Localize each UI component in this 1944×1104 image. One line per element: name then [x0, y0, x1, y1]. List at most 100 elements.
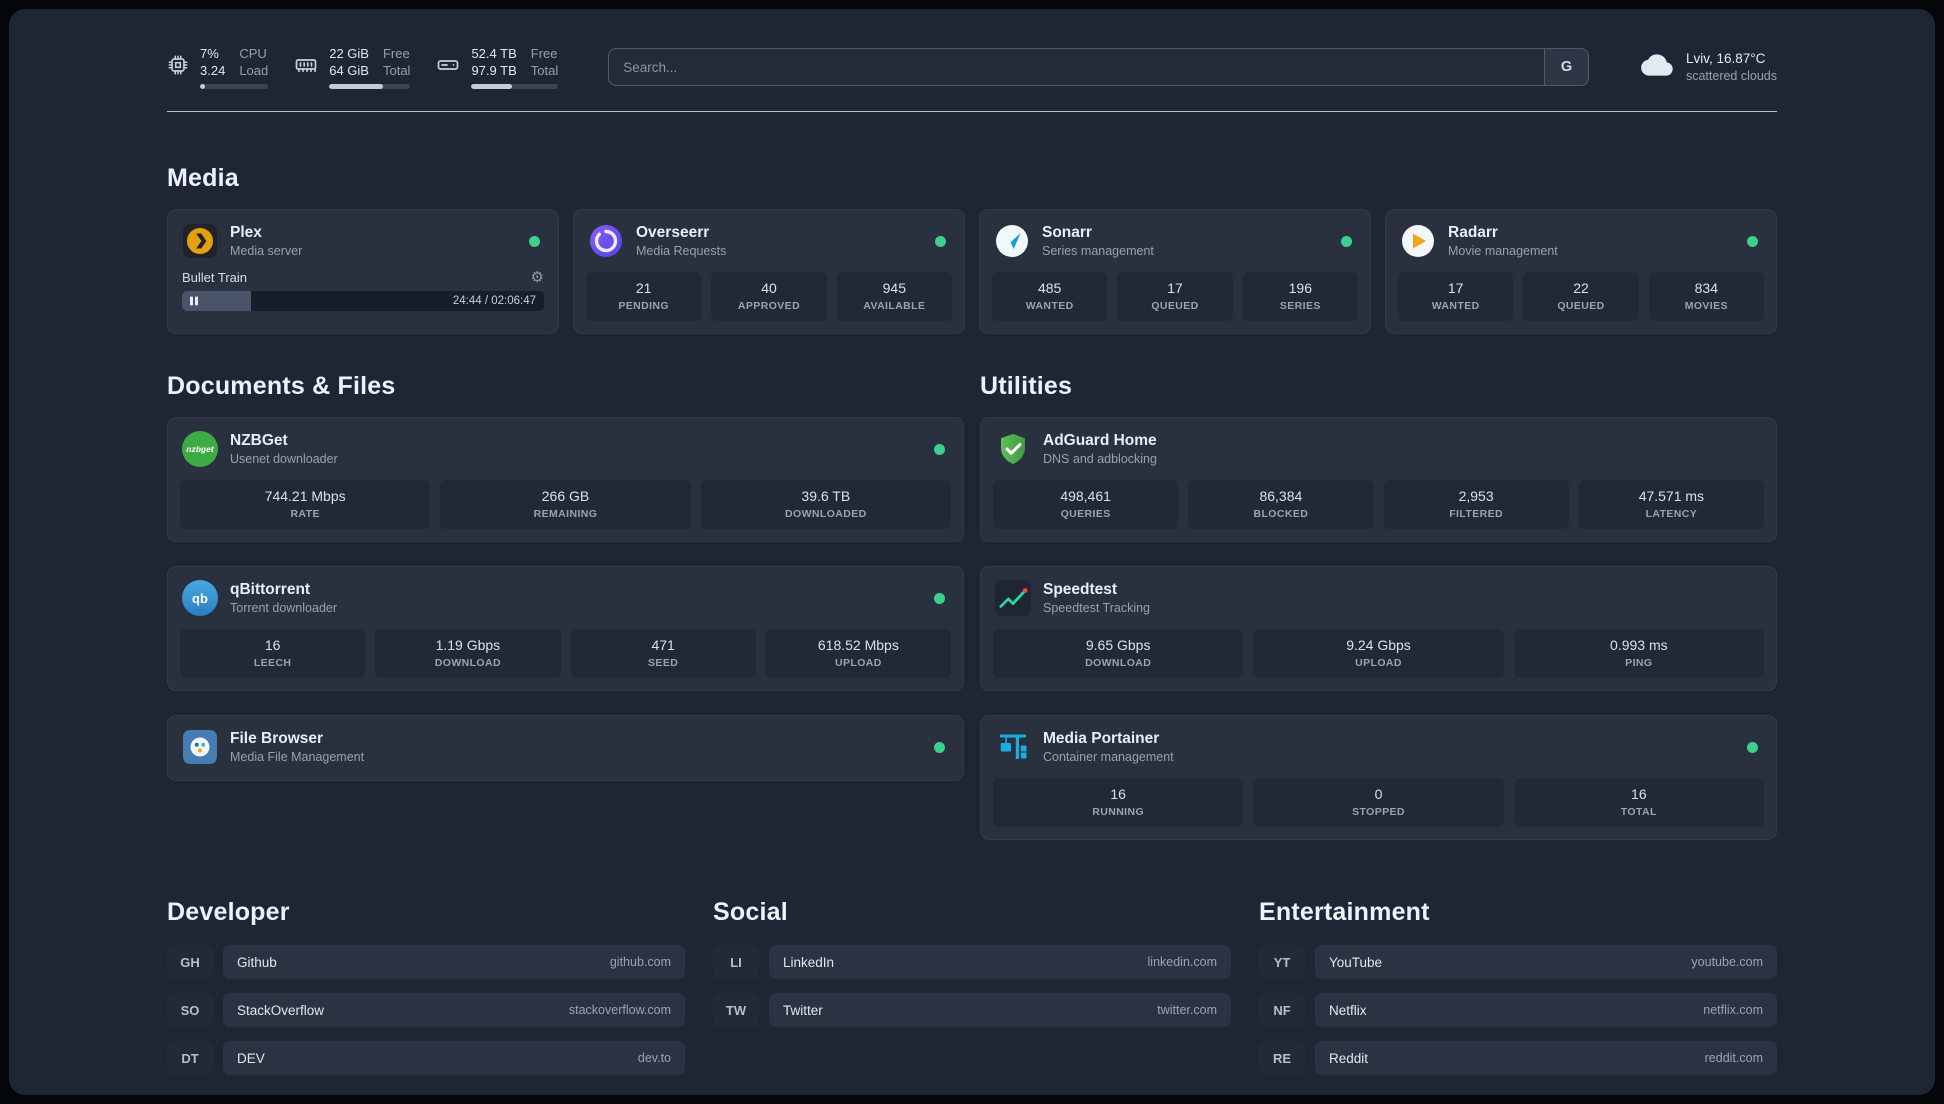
- group-title-developer: Developer: [167, 898, 290, 926]
- search-input[interactable]: [609, 49, 1544, 85]
- search-provider-button[interactable]: G: [1543, 49, 1588, 85]
- stat-tile: 9.65 Gbps DOWNLOAD: [993, 629, 1244, 678]
- topbar: 7% 3.24 CPU Load 22 GiB 64 GiB Free Tota…: [167, 45, 1777, 89]
- service-desc: Media File Management: [230, 750, 365, 764]
- nzbget-icon: nzbget: [182, 431, 218, 467]
- stat-tile: 86,384 BLOCKED: [1188, 480, 1374, 529]
- stat-tile: 17 QUEUED: [1117, 272, 1233, 321]
- bookmark-dev[interactable]: DT DEV dev.to: [167, 1041, 685, 1075]
- service-desc: Speedtest Tracking: [1043, 601, 1151, 615]
- service-desc: DNS and adblocking: [1043, 452, 1157, 466]
- service-card-sonarr[interactable]: Sonarr Series management 485 WANTED 17 Q…: [979, 209, 1371, 334]
- section-title-utilities: Utilities: [980, 372, 1073, 400]
- service-name: AdGuard Home: [1043, 432, 1157, 449]
- service-desc: Usenet downloader: [230, 452, 338, 466]
- service-name: File Browser: [230, 730, 324, 747]
- section-documents: Documents & Files nzbget NZBGet Usenet d…: [167, 372, 964, 840]
- group-title-social: Social: [713, 898, 788, 926]
- service-name: Radarr: [1448, 224, 1498, 241]
- stat-tile: 196 SERIES: [1242, 272, 1358, 321]
- service-desc: Movie management: [1448, 244, 1558, 258]
- stat-tile: 945 AVAILABLE: [836, 272, 952, 321]
- bookmark-stackoverflow[interactable]: SO StackOverflow stackoverflow.com: [167, 993, 685, 1027]
- stat-tile: 39.6 TB DOWNLOADED: [700, 480, 951, 529]
- settings-gear-icon[interactable]: ⚙: [531, 270, 544, 285]
- service-card-speedtest[interactable]: Speedtest Speedtest Tracking 9.65 Gbps D…: [980, 566, 1777, 691]
- cpu-load: 3.24: [200, 63, 226, 78]
- cpu-percent: 7%: [200, 46, 219, 61]
- sonarr-icon: [994, 223, 1030, 259]
- adguard-icon: [995, 431, 1031, 467]
- service-desc: Torrent downloader: [230, 601, 338, 615]
- portainer-icon: [995, 729, 1031, 765]
- service-card-radarr[interactable]: Radarr Movie management 17 WANTED 22 QUE…: [1385, 209, 1777, 334]
- service-card-nzbget[interactable]: nzbget NZBGet Usenet downloader 744.21 M…: [167, 417, 964, 542]
- pause-button[interactable]: [190, 296, 198, 306]
- disk-total: 97.9 TB: [471, 63, 517, 78]
- stat-tile: 498,461 QUERIES: [993, 480, 1179, 529]
- bookmark-linkedin[interactable]: LI LinkedIn linkedin.com: [713, 945, 1231, 979]
- plex-now-playing: Bullet Train ⚙ 24:44 / 02:06:47: [180, 270, 546, 311]
- service-name: Media Portainer: [1043, 730, 1160, 747]
- bookmark-netflix[interactable]: NF Netflix netflix.com: [1259, 993, 1777, 1027]
- stat-tile: 21 PENDING: [586, 272, 702, 321]
- now-playing-title: Bullet Train: [182, 270, 248, 285]
- stat-tile: 40 APPROVED: [711, 272, 827, 321]
- status-dot: [1341, 235, 1352, 247]
- stat-tile: 22 QUEUED: [1523, 272, 1639, 321]
- service-card-filebrowser[interactable]: File Browser Media File Management: [167, 715, 964, 781]
- stat-tile: 2,953 FILTERED: [1383, 480, 1569, 529]
- qbittorrent-icon: qb: [182, 580, 218, 616]
- service-desc: Series management: [1042, 244, 1154, 258]
- weather-widget: Lviv, 16.87°C scattered clouds: [1639, 49, 1777, 86]
- weather-condition: scattered clouds: [1685, 69, 1777, 83]
- service-card-portainer[interactable]: Media Portainer Container management 16 …: [980, 715, 1777, 840]
- service-desc: Media Requests: [636, 244, 727, 258]
- disk-free: 52.4 TB: [471, 46, 517, 61]
- stat-tile: 9.24 Gbps UPLOAD: [1253, 629, 1504, 678]
- disk-label-1: Free: [530, 46, 558, 61]
- bookmark-twitter[interactable]: TW Twitter twitter.com: [713, 993, 1231, 1027]
- topbar-divider: [167, 111, 1777, 112]
- disk-usage-bar: [471, 84, 559, 89]
- filebrowser-icon: [182, 729, 218, 765]
- search-bar: G: [608, 48, 1589, 86]
- bookmark-group-entertainment: Entertainment YT YouTube youtube.com NF …: [1259, 898, 1777, 1089]
- weather-location: Lviv, 16.87°C: [1685, 51, 1766, 66]
- memory-label-1: Free: [382, 46, 410, 61]
- section-title-media: Media: [167, 164, 239, 192]
- stat-tile: 16 TOTAL: [1513, 778, 1764, 827]
- section-media: Media Plex Media server Bullet Train ⚙ 2…: [167, 164, 1777, 334]
- service-name: Overseerr: [636, 224, 710, 241]
- stat-tile: 266 GB REMAINING: [440, 480, 691, 529]
- status-dot: [934, 592, 945, 604]
- cpu-label-2: Load: [239, 63, 269, 78]
- service-name: NZBGet: [230, 432, 288, 449]
- bookmark-github[interactable]: GH Github github.com: [167, 945, 685, 979]
- stat-tile: 744.21 Mbps RATE: [180, 480, 431, 529]
- service-card-adguard[interactable]: AdGuard Home DNS and adblocking 498,461 …: [980, 417, 1777, 542]
- disk-widget: 52.4 TB 97.9 TB Free Total: [436, 45, 559, 89]
- stat-tile: 47.571 ms LATENCY: [1578, 480, 1764, 529]
- bookmark-youtube[interactable]: YT YouTube youtube.com: [1259, 945, 1777, 979]
- bookmark-group-social: Social LI LinkedIn linkedin.com TW Twitt…: [713, 898, 1231, 1089]
- service-desc: Media server: [230, 244, 303, 258]
- cpu-usage-bar: [200, 84, 269, 89]
- bookmark-reddit[interactable]: RE Reddit reddit.com: [1259, 1041, 1777, 1075]
- status-dot: [1747, 741, 1758, 753]
- status-dot: [934, 443, 945, 455]
- stat-tile: 16 LEECH: [180, 629, 366, 678]
- service-card-overseerr[interactable]: Overseerr Media Requests 21 PENDING 40 A…: [573, 209, 965, 334]
- service-card-qbittorrent[interactable]: qb qBittorrent Torrent downloader 16 LEE…: [167, 566, 964, 691]
- status-dot: [934, 741, 945, 753]
- stat-tile: 618.52 Mbps UPLOAD: [765, 629, 951, 678]
- dashboard: 7% 3.24 CPU Load 22 GiB 64 GiB Free Tota…: [9, 9, 1935, 1095]
- stat-tile: 834 MOVIES: [1648, 272, 1764, 321]
- cpu-icon: [167, 54, 189, 81]
- stat-tile: 485 WANTED: [992, 272, 1108, 321]
- service-card-plex[interactable]: Plex Media server Bullet Train ⚙ 24:44 /…: [167, 209, 559, 334]
- memory-widget: 22 GiB 64 GiB Free Total: [294, 45, 411, 89]
- service-name: Sonarr: [1042, 224, 1092, 241]
- speedtest-icon: [995, 580, 1031, 616]
- memory-icon: [294, 53, 318, 82]
